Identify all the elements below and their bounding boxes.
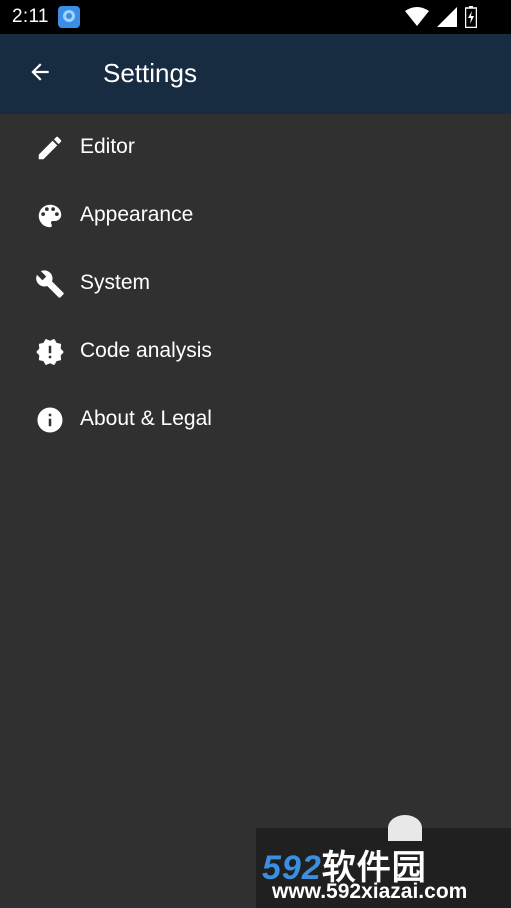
settings-item-code-analysis[interactable]: Code analysis bbox=[0, 318, 511, 386]
wrench-icon bbox=[35, 269, 65, 299]
palette-icon bbox=[35, 201, 65, 231]
settings-item-appearance[interactable]: Appearance bbox=[0, 182, 511, 250]
status-time: 2:11 bbox=[12, 6, 49, 27]
watermark-url: www.592xiazai.com bbox=[272, 880, 468, 903]
app-bar: Settings bbox=[0, 34, 511, 114]
settings-item-about-legal[interactable]: About & Legal bbox=[0, 386, 511, 454]
settings-item-label: System bbox=[80, 271, 151, 294]
wifi-icon bbox=[405, 7, 429, 27]
notification-app-icon bbox=[58, 6, 80, 28]
page-title: Settings bbox=[103, 58, 197, 88]
settings-item-editor[interactable]: Editor bbox=[0, 114, 511, 182]
pencil-icon bbox=[35, 133, 65, 163]
back-button[interactable] bbox=[14, 48, 66, 100]
settings-item-label: Editor bbox=[80, 135, 135, 158]
alert-badge-icon bbox=[35, 337, 65, 367]
settings-item-label: Code analysis bbox=[80, 339, 212, 362]
status-bar: 2:11 bbox=[0, 0, 511, 34]
settings-item-label: About & Legal bbox=[80, 407, 212, 430]
status-indicators bbox=[405, 6, 477, 28]
settings-item-system[interactable]: System bbox=[0, 250, 511, 318]
arrow-left-icon bbox=[27, 59, 53, 90]
watermark-mascot-icon bbox=[388, 815, 422, 841]
settings-list: Editor Appearance System Code analysis A… bbox=[0, 114, 511, 454]
battery-charging-icon bbox=[465, 6, 477, 28]
settings-screen: 2:11 Settings Editor Appearance System C… bbox=[0, 0, 511, 908]
settings-item-label: Appearance bbox=[80, 203, 194, 226]
info-icon bbox=[35, 405, 65, 435]
cell-signal-icon bbox=[437, 7, 457, 27]
